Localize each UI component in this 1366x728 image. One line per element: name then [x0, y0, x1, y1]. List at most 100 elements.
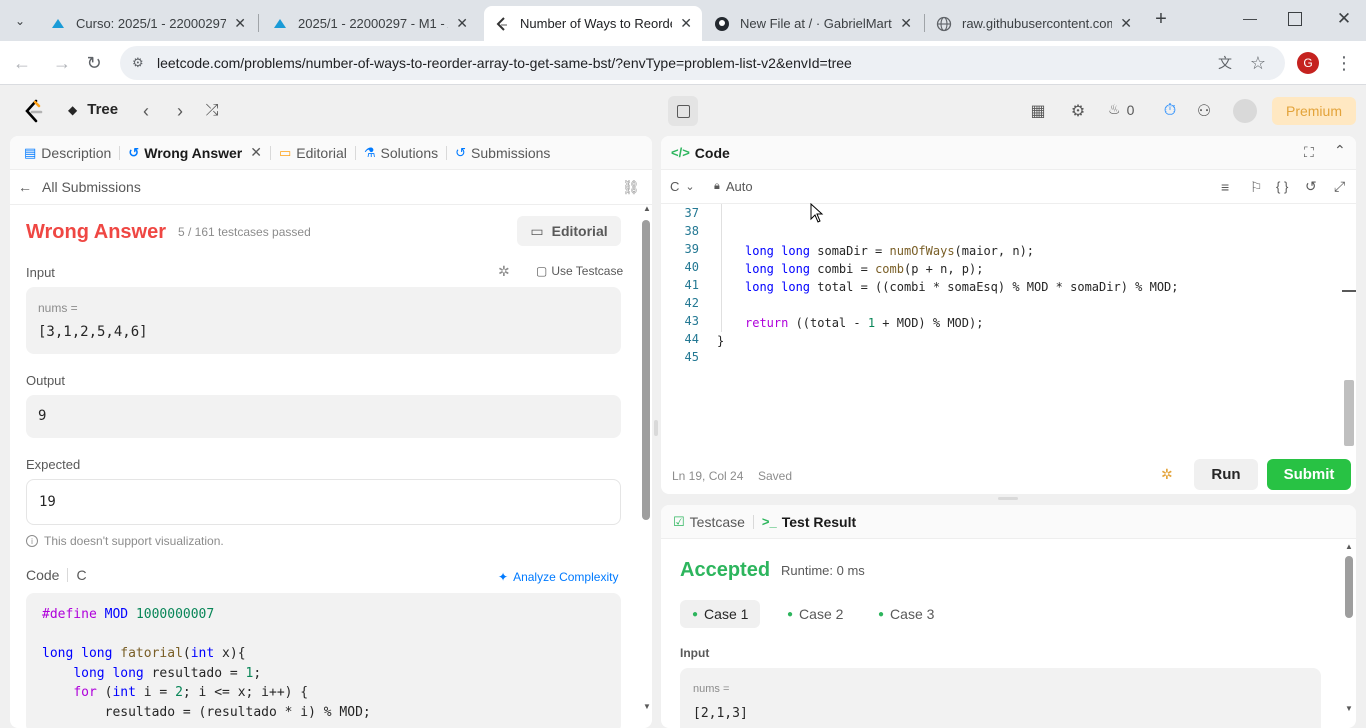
pass-dot-icon: ● — [692, 608, 699, 620]
tab-search-icon[interactable]: ⌄ — [10, 11, 30, 31]
profile-avatar[interactable]: G — [1297, 52, 1319, 74]
line-number: 45 — [684, 350, 699, 364]
tab-code[interactable]: </> Code — [661, 136, 738, 170]
close-tab-icon[interactable]: ✕ — [250, 144, 262, 161]
use-testcase-label: Use Testcase — [551, 264, 624, 278]
prev-problem-icon[interactable]: ‹ — [134, 99, 158, 123]
reset-icon[interactable]: ↺ — [1305, 178, 1317, 195]
case-label: Case 2 — [799, 606, 844, 622]
expected-box: 19 — [26, 479, 621, 525]
case-1-tab[interactable]: ● Case 1 — [680, 600, 761, 628]
browser-menu-icon[interactable]: ⋮ — [1332, 51, 1356, 75]
tab-submissions[interactable]: ↺ Submissions — [447, 136, 558, 170]
left-panel-tabs: ▤ Description ↺ Wrong Answer ✕ ▭ Editorial ⚗… — [10, 136, 652, 170]
tab-testcase[interactable]: ☑ Testcase — [665, 505, 753, 539]
next-problem-icon[interactable]: › — [168, 99, 192, 123]
left-scroll-thumb[interactable] — [642, 220, 650, 520]
horizontal-splitter[interactable] — [998, 497, 1018, 500]
tab-label: Description — [41, 144, 112, 161]
input-box: nums = [3,1,2,5,4,6] — [26, 287, 621, 354]
url-text[interactable]: leetcode.com/problems/number-of-ways-to-… — [157, 55, 852, 71]
result-input-value: [2,1,3] — [693, 706, 748, 721]
notes-button[interactable] — [668, 96, 698, 126]
back-icon[interactable]: ← — [10, 51, 34, 75]
close-icon[interactable]: ✕ — [234, 15, 246, 32]
editor-line: long long somaDir = numOfWays(maior, n); — [745, 244, 1035, 258]
browser-tab-5[interactable]: raw.githubusercontent.com/ ✕ — [926, 6, 1142, 41]
test-scroll-thumb[interactable] — [1345, 556, 1353, 618]
notes-icon — [676, 104, 690, 118]
mode-indicator[interactable]: 🔒︎ Auto — [714, 179, 753, 194]
add-friend-icon[interactable]: ⚇ — [1192, 99, 1216, 123]
tab-label: Wrong Answer — [144, 144, 243, 161]
run-button[interactable]: Run — [1194, 459, 1258, 490]
settings-icon[interactable]: ⚙ — [1066, 99, 1090, 123]
share-link-icon[interactable]: ⛓ — [622, 179, 640, 196]
streak-counter[interactable]: ♨ 0 — [1108, 101, 1134, 118]
close-icon[interactable]: ✕ — [900, 15, 912, 32]
reload-icon[interactable]: ↻ — [82, 51, 106, 75]
submit-button[interactable]: Submit — [1267, 459, 1351, 490]
window-close-icon[interactable]: ✕ — [1334, 9, 1354, 29]
browser-tab-2[interactable]: 2025/1 - 22000297 - M1 - A ✕ — [262, 6, 478, 41]
collapse-icon[interactable]: ⌃ — [1334, 142, 1346, 159]
layout-icon[interactable]: ▦ — [1026, 99, 1050, 123]
browser-tab-1[interactable]: Curso: 2025/1 - 22000297 - I ✕ — [40, 6, 256, 41]
browser-tab-4[interactable]: New File at / · GabrielMartin ✕ — [704, 6, 922, 41]
code-line: long long resultado = 1; — [73, 666, 262, 681]
tab-test-result[interactable]: >_ Test Result — [754, 505, 864, 539]
url-field[interactable]: ⚙ leetcode.com/problems/number-of-ways-t… — [120, 46, 1285, 80]
all-submissions-link[interactable]: ← All Submissions — [18, 179, 141, 195]
vertical-splitter[interactable] — [654, 420, 658, 436]
maximize-icon[interactable]: ⛶ — [1304, 144, 1314, 161]
code-editor[interactable]: 37 38 39 40 41 42 43 44 45 long long somaDir = n… — [661, 204, 1356, 449]
problem-list-link[interactable]: ◆ Tree — [68, 101, 118, 118]
bookmark-icon[interactable]: ⚐ — [1250, 179, 1263, 196]
editorial-button[interactable]: ▭ Editorial — [517, 216, 621, 246]
user-avatar[interactable] — [1233, 99, 1257, 123]
analyze-complexity-label: Analyze Complexity — [513, 570, 619, 584]
testcase-icon: ▢ — [536, 264, 548, 278]
analyze-complexity-button[interactable]: ✦ Analyze Complexity — [498, 570, 618, 584]
leetcode-logo-icon[interactable] — [22, 99, 44, 123]
left-scrollbar[interactable]: ▲ ▼ — [640, 204, 652, 714]
restore-icon[interactable] — [1288, 12, 1302, 26]
language-select[interactable]: C ⌄ — [670, 179, 695, 194]
input-value: [3,1,2,5,4,6] — [38, 324, 148, 340]
fullscreen-icon[interactable]: ⤢ — [1334, 178, 1345, 195]
premium-button[interactable]: Premium — [1272, 97, 1356, 125]
tab-description[interactable]: ▤ Description — [16, 136, 119, 170]
editor-scroll-thumb[interactable] — [1344, 380, 1354, 446]
line-number: 43 — [684, 314, 699, 328]
braces-icon[interactable]: { } — [1276, 179, 1288, 194]
tab-solutions[interactable]: ⚗ Solutions — [356, 136, 446, 170]
flask-icon: ⚗ — [363, 144, 376, 160]
browser-tab-active[interactable]: Number of Ways to Reorder ✕ — [484, 6, 702, 41]
close-icon[interactable]: ✕ — [680, 15, 692, 32]
site-info-icon[interactable]: ⚙ — [132, 55, 144, 71]
debugger-icon[interactable]: ✲ — [1161, 466, 1173, 483]
case-3-tab[interactable]: ● Case 3 — [866, 600, 946, 628]
shuffle-icon[interactable]: ⤮ — [200, 99, 224, 123]
tab-label: Code — [694, 144, 730, 161]
test-scrollbar[interactable]: ▲ ▼ — [1342, 542, 1356, 728]
bookmark-star-icon[interactable]: ☆ — [1246, 51, 1270, 75]
minimize-icon[interactable]: — — [1240, 10, 1260, 30]
close-icon[interactable]: ✕ — [1120, 15, 1132, 32]
translate-icon[interactable]: 文 — [1213, 51, 1237, 75]
tab-editorial[interactable]: ▭ Editorial — [271, 136, 355, 170]
testcases-passed: 5 / 161 testcases passed — [178, 225, 311, 239]
case-2-tab[interactable]: ● Case 2 — [775, 600, 855, 628]
use-testcase-button[interactable]: ▢ Use Testcase — [536, 264, 623, 278]
info-icon: i — [26, 535, 38, 547]
new-tab-icon[interactable]: + — [1150, 8, 1172, 30]
language-value: C — [670, 179, 680, 194]
debug-icon[interactable]: ✲ — [498, 263, 510, 280]
history-icon: ↺ — [455, 144, 467, 160]
tab-wrong-answer[interactable]: ↺ Wrong Answer ✕ — [120, 136, 270, 170]
forward-icon[interactable]: → — [50, 51, 74, 75]
format-icon[interactable]: ≡ — [1221, 179, 1229, 195]
timer-icon[interactable]: ⏱ — [1158, 99, 1182, 123]
close-icon[interactable]: ✕ — [456, 15, 468, 32]
editor-scrollbar[interactable] — [1342, 204, 1356, 449]
